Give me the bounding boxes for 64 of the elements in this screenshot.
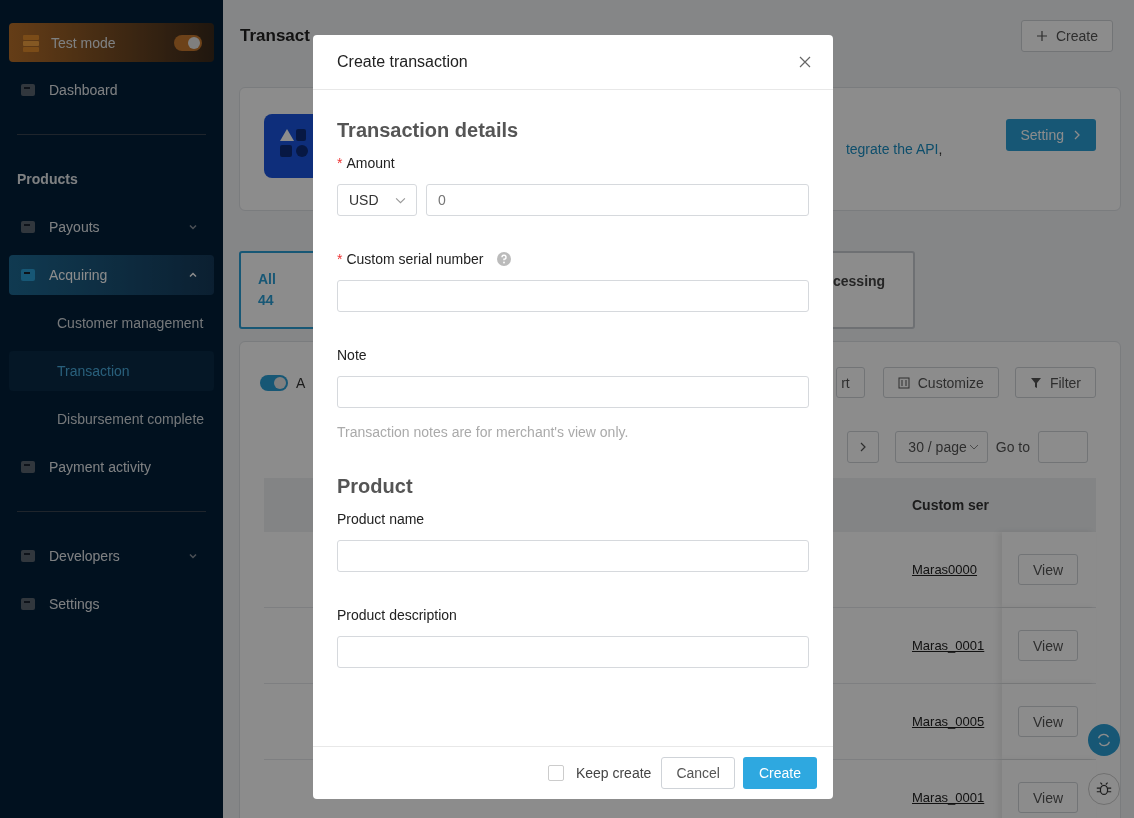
serial-link[interactable]: Maras0000 <box>912 562 978 577</box>
test-mode-toggle[interactable] <box>174 34 202 51</box>
plus-icon <box>1035 29 1048 42</box>
next-page-button[interactable] <box>847 431 880 463</box>
required-mark: * <box>337 155 343 171</box>
view-button[interactable]: View <box>1018 782 1079 813</box>
banner-text: tegrate the API, <box>845 141 943 157</box>
dialog-title: Create transaction <box>337 53 468 71</box>
sidebar-item[interactable]: Developers <box>9 536 214 576</box>
sidebar-item[interactable]: Settings <box>9 584 214 624</box>
section-heading: Transaction details <box>337 118 520 143</box>
serial-link[interactable]: Maras_0001 <box>912 638 985 653</box>
field-label: Product name <box>337 511 425 527</box>
sidebar-subitem[interactable]: Transaction <box>9 351 214 391</box>
setting-button[interactable]: Setting <box>1006 118 1096 151</box>
create-button[interactable]: Create <box>742 757 817 789</box>
field-hint: Transaction notes are for merchant's view only. <box>337 424 630 440</box>
api-link[interactable]: tegrate the API <box>845 141 939 157</box>
field-label: Custom serial number <box>346 251 484 267</box>
amount-input[interactable]: 0 <box>426 184 809 216</box>
keep-create-label: Keep create <box>575 765 652 781</box>
currency-select[interactable]: USD <box>337 184 417 216</box>
serial-link[interactable]: Maras_0005 <box>912 714 985 729</box>
chevron-down-icon <box>968 442 979 452</box>
field-label: Product description <box>337 607 457 623</box>
field-label: Note <box>337 347 367 363</box>
serial-link[interactable]: Maras_0001 <box>912 790 985 805</box>
page-size-select[interactable]: 30 / page <box>895 431 988 463</box>
view-button[interactable]: View <box>1018 706 1079 737</box>
sidebar-item[interactable]: Acquiring <box>9 255 214 295</box>
text-input[interactable] <box>337 636 809 668</box>
server-icon <box>21 32 41 53</box>
sidebar-item[interactable]: Payouts <box>9 207 214 247</box>
sidebar-item[interactable]: Payment activity <box>9 447 214 487</box>
go-to-label: Go to <box>995 439 1030 455</box>
page-input[interactable] <box>1038 431 1088 463</box>
section-heading: Product <box>337 474 414 499</box>
keep-create-checkbox[interactable] <box>547 765 564 781</box>
cancel-button[interactable]: Cancel <box>661 757 735 789</box>
column-header: Custom ser <box>912 497 991 513</box>
view-button[interactable]: View <box>1018 554 1079 585</box>
field-label: Amount <box>346 155 395 171</box>
sidebar-subitem[interactable]: Disbursement complete <box>9 399 214 439</box>
page-title: Transact <box>240 25 310 46</box>
text-input[interactable] <box>337 376 809 408</box>
required-mark: * <box>337 251 343 267</box>
text-input[interactable] <box>337 540 809 572</box>
filter-icon <box>1029 376 1042 389</box>
customize-button[interactable]: Customize <box>882 367 999 398</box>
sidebar-subitem[interactable]: Customer management <box>9 303 214 343</box>
view-button[interactable]: View <box>1018 630 1079 661</box>
text-input[interactable] <box>337 280 809 312</box>
toggle-switch[interactable] <box>260 374 288 391</box>
test-mode-label: Test mode <box>51 34 116 51</box>
toggle-label: A <box>296 374 306 391</box>
close-icon[interactable] <box>799 56 811 68</box>
help-icon[interactable] <box>497 252 512 266</box>
sidebar-item[interactable]: Dashboard <box>9 70 214 110</box>
create-button[interactable]: Create <box>1020 19 1113 52</box>
filter-button[interactable]: Filter <box>1014 367 1096 398</box>
columns-icon <box>897 376 910 389</box>
chevron-right-icon <box>1072 129 1082 140</box>
export-button[interactable]: rt <box>836 367 865 398</box>
sidebar-heading: Products <box>16 170 79 189</box>
